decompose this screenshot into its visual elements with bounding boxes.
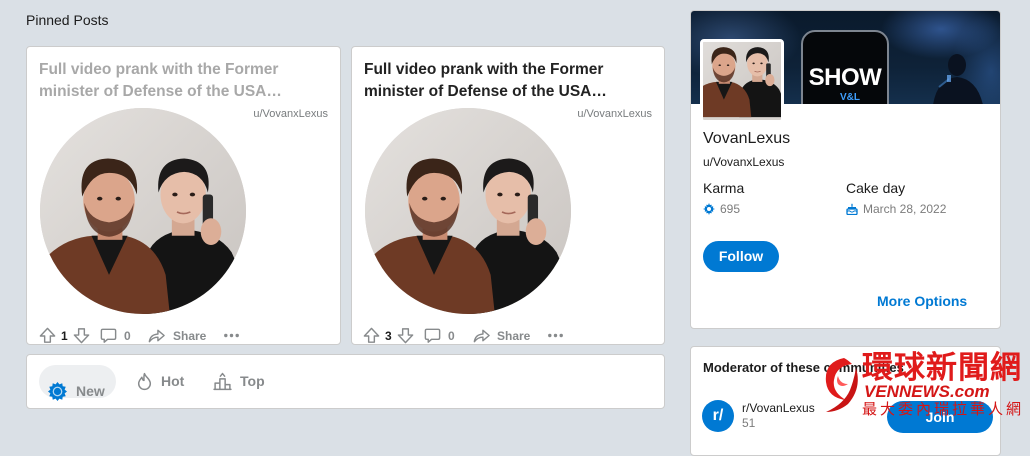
more-options-link[interactable]: More Options xyxy=(877,292,967,310)
sort-top-tab[interactable]: Top xyxy=(240,373,265,389)
join-button[interactable]: Join xyxy=(887,401,993,433)
follow-button[interactable]: Follow xyxy=(703,241,779,272)
upvote-icon[interactable] xyxy=(362,326,381,345)
vote-count: 1 xyxy=(61,329,68,343)
share-icon[interactable] xyxy=(472,326,491,345)
vote-count: 3 xyxy=(385,329,392,343)
community-members: 51 xyxy=(742,416,756,430)
comment-icon[interactable] xyxy=(423,326,442,345)
profile-username: u/VovanxLexus xyxy=(703,155,785,169)
moderator-heading: Moderator of these communities xyxy=(703,360,904,375)
more-dots-icon[interactable] xyxy=(546,326,565,345)
post-thumbnail-image[interactable] xyxy=(365,108,571,314)
top-chart-icon[interactable] xyxy=(213,372,232,391)
more-dots-icon[interactable] xyxy=(222,326,241,345)
karma-label: Karma xyxy=(703,180,745,196)
share-button[interactable]: Share xyxy=(497,329,530,343)
pinned-post-card[interactable]: Full video prank with the Former ministe… xyxy=(26,46,341,345)
cake-icon xyxy=(846,203,858,215)
downvote-icon[interactable] xyxy=(72,326,91,345)
banner-figure-image xyxy=(933,54,983,104)
karma-value: 695 xyxy=(720,202,741,216)
sort-new-tab[interactable]: New xyxy=(39,365,116,401)
share-button[interactable]: Share xyxy=(173,329,206,343)
post-thumbnail-image[interactable] xyxy=(40,108,246,314)
profile-card: SHOW V&L VovanLexus u/VovanxLexus Karma … xyxy=(690,10,1001,329)
post-author[interactable]: u/VovanxLexus xyxy=(577,107,652,121)
banner-logo-top: SHOW xyxy=(808,64,882,91)
banner-logo-bottom: V&L xyxy=(840,92,860,103)
cake-day-value-row: March 28, 2022 xyxy=(846,202,946,216)
comment-icon[interactable] xyxy=(99,326,118,345)
banner-phone-logo: SHOW V&L xyxy=(801,30,889,104)
cake-day-value: March 28, 2022 xyxy=(863,202,947,216)
flame-icon[interactable] xyxy=(135,372,154,391)
karma-value-row: 695 xyxy=(703,202,740,216)
avatar[interactable] xyxy=(700,39,784,123)
post-author[interactable]: u/VovanxLexus xyxy=(253,107,328,121)
community-logo[interactable]: r/ xyxy=(702,400,734,432)
comment-count[interactable]: 0 xyxy=(448,329,455,343)
cake-day-label: Cake day xyxy=(846,180,906,196)
new-burst-icon xyxy=(48,382,67,401)
sort-bar: New Hot Top xyxy=(26,354,665,409)
post-title[interactable]: Full video prank with the Former ministe… xyxy=(39,59,329,103)
post-title[interactable]: Full video prank with the Former ministe… xyxy=(364,59,654,103)
moderator-card: Moderator of these communities r/ r/Vova… xyxy=(690,346,1001,456)
sort-hot-tab[interactable]: Hot xyxy=(161,373,184,389)
karma-icon xyxy=(703,203,715,215)
sort-new-label: New xyxy=(76,383,105,399)
section-title: Pinned Posts xyxy=(26,12,109,28)
profile-display-name: VovanLexus xyxy=(703,130,791,147)
community-name[interactable]: r/VovanLexus xyxy=(742,401,815,415)
downvote-icon[interactable] xyxy=(396,326,415,345)
upvote-icon[interactable] xyxy=(38,326,57,345)
pinned-post-card[interactable]: Full video prank with the Former ministe… xyxy=(351,46,665,345)
share-icon[interactable] xyxy=(147,326,166,345)
comment-count[interactable]: 0 xyxy=(124,329,131,343)
